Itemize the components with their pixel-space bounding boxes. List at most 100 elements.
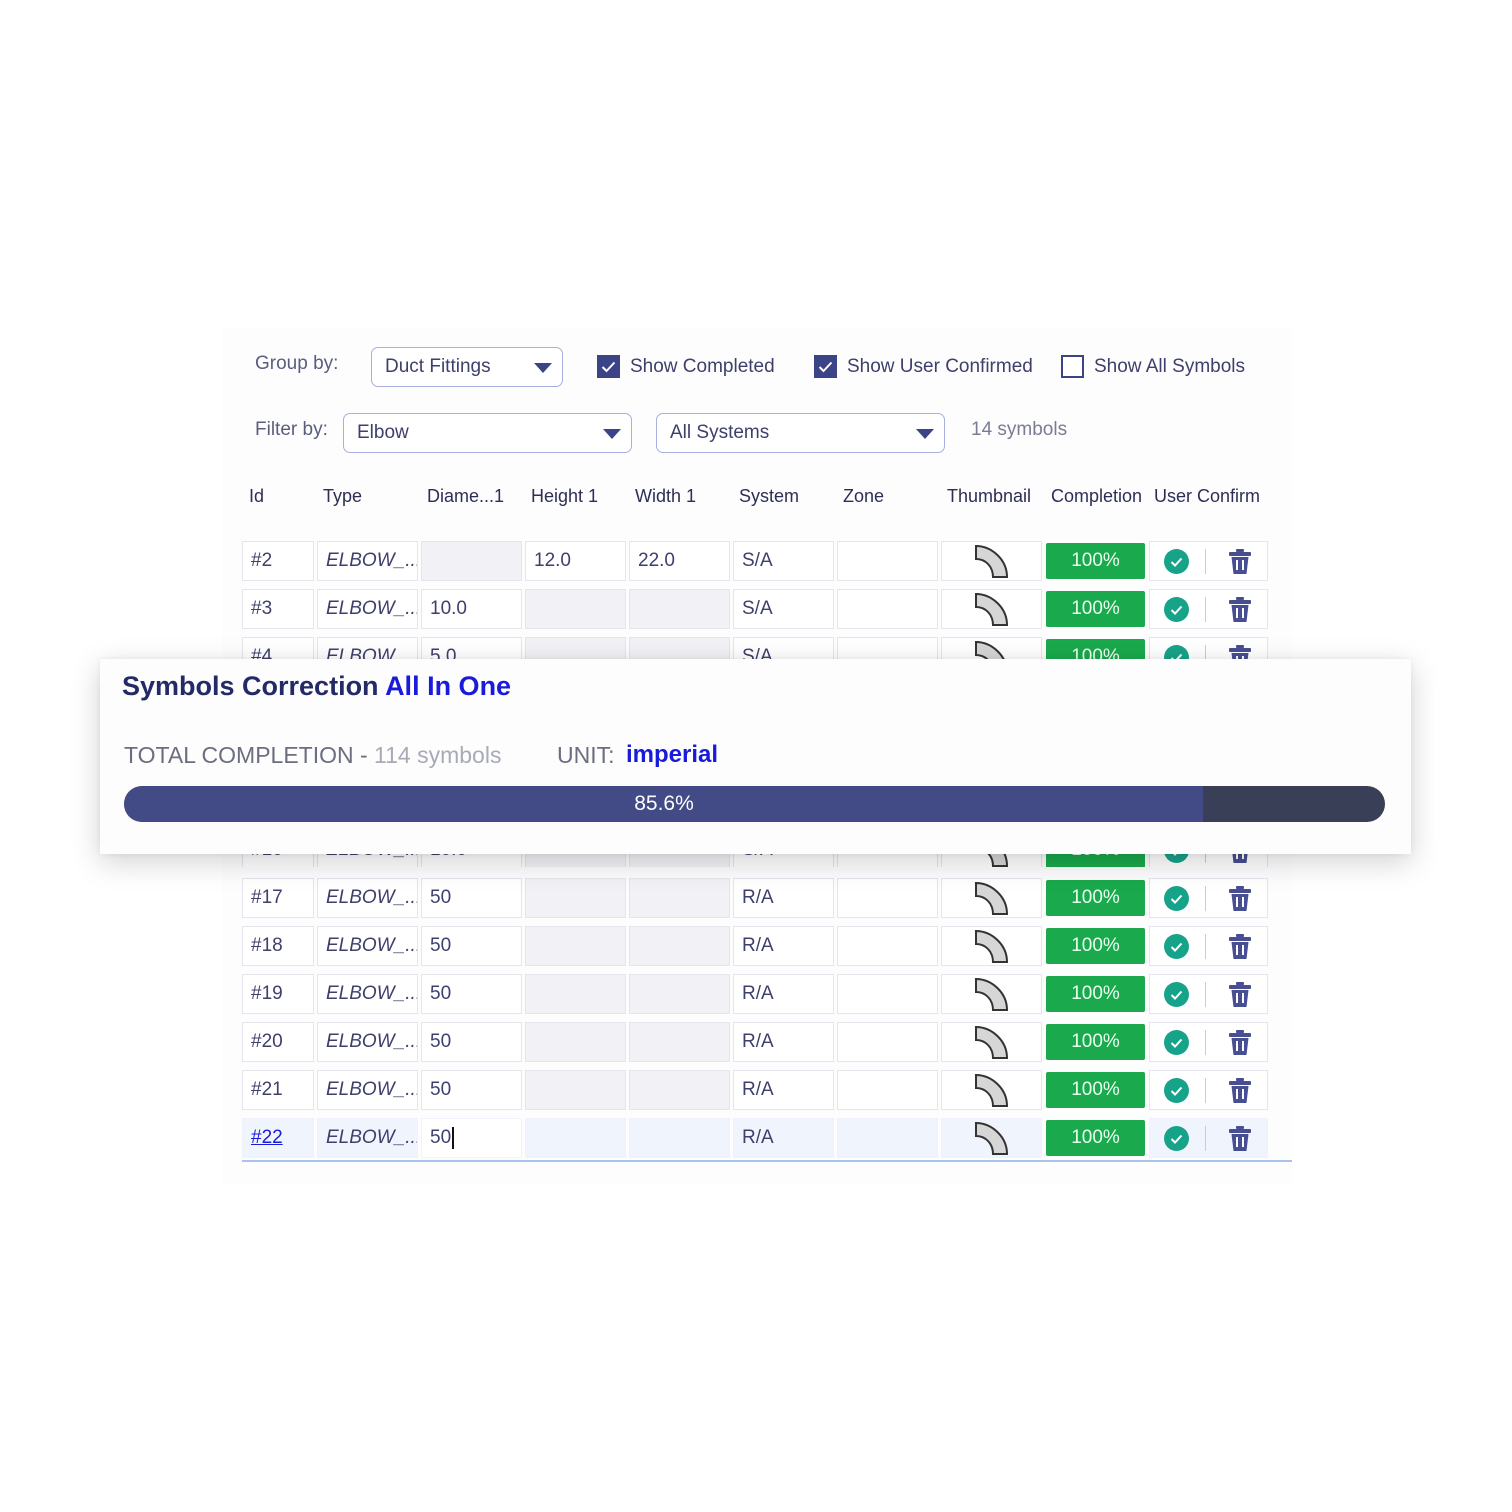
- cell-width[interactable]: [629, 926, 730, 966]
- cell-zone[interactable]: [837, 878, 938, 918]
- cell-diameter[interactable]: 50: [421, 1118, 522, 1158]
- cell-system[interactable]: S/A: [733, 854, 834, 867]
- filter-system-select[interactable]: All Systems: [656, 413, 945, 453]
- cell-id[interactable]: #3: [242, 589, 314, 629]
- cell-system[interactable]: R/A: [733, 926, 834, 966]
- cell-type[interactable]: ELBOW_...: [317, 1118, 418, 1158]
- cell-zone[interactable]: [837, 1070, 938, 1110]
- trash-icon[interactable]: [1228, 885, 1252, 912]
- trash-icon[interactable]: [1228, 644, 1252, 659]
- cell-height[interactable]: [525, 1022, 626, 1062]
- cell-height[interactable]: [525, 589, 626, 629]
- cell-width[interactable]: [629, 1118, 730, 1158]
- trash-icon[interactable]: [1228, 548, 1252, 575]
- cell-diameter[interactable]: [421, 541, 522, 581]
- cell-id[interactable]: #4: [242, 637, 314, 659]
- cell-system[interactable]: S/A: [733, 541, 834, 581]
- cell-zone[interactable]: [837, 589, 938, 629]
- header-type[interactable]: Type: [323, 486, 362, 507]
- cell-width[interactable]: [629, 1022, 730, 1062]
- cell-height[interactable]: [525, 878, 626, 918]
- header-system[interactable]: System: [739, 486, 799, 507]
- cell-width[interactable]: [629, 637, 730, 659]
- cell-id[interactable]: #2: [242, 541, 314, 581]
- check-circle-icon[interactable]: [1164, 1030, 1189, 1055]
- cell-diameter[interactable]: 50: [421, 1022, 522, 1062]
- cell-width[interactable]: [629, 878, 730, 918]
- cell-type[interactable]: ELBOW_...: [317, 974, 418, 1014]
- check-circle-icon[interactable]: [1164, 886, 1189, 911]
- cell-system[interactable]: R/A: [733, 1118, 834, 1158]
- header-completion[interactable]: Completion: [1051, 486, 1142, 507]
- cell-type[interactable]: ELBOW_...: [317, 589, 418, 629]
- trash-icon[interactable]: [1228, 1029, 1252, 1056]
- show-completed-checkbox[interactable]: Show Completed: [597, 355, 775, 378]
- trash-icon[interactable]: [1228, 1125, 1252, 1152]
- cell-system[interactable]: S/A: [733, 589, 834, 629]
- cell-system[interactable]: R/A: [733, 1022, 834, 1062]
- header-width[interactable]: Width 1: [635, 486, 696, 507]
- trash-icon[interactable]: [1228, 933, 1252, 960]
- cell-height[interactable]: [525, 637, 626, 659]
- header-zone[interactable]: Zone: [843, 486, 884, 507]
- cell-width[interactable]: [629, 974, 730, 1014]
- cell-id[interactable]: #19: [242, 974, 314, 1014]
- cell-height[interactable]: [525, 926, 626, 966]
- cell-type[interactable]: ELBOW_...: [317, 878, 418, 918]
- cell-height[interactable]: 12.0: [525, 541, 626, 581]
- cell-type[interactable]: ELBOW_...: [317, 854, 418, 867]
- header-diameter[interactable]: Diame...1: [427, 486, 504, 507]
- cell-id[interactable]: #20: [242, 1022, 314, 1062]
- unit-value[interactable]: imperial: [626, 741, 718, 769]
- check-circle-icon[interactable]: [1164, 982, 1189, 1007]
- cell-system[interactable]: R/A: [733, 1070, 834, 1110]
- cell-type[interactable]: ELBOW_...: [317, 1070, 418, 1110]
- check-circle-icon[interactable]: [1164, 549, 1189, 574]
- check-circle-icon[interactable]: [1164, 1078, 1189, 1103]
- cell-height[interactable]: [525, 1118, 626, 1158]
- show-user-confirmed-checkbox[interactable]: Show User Confirmed: [814, 355, 1033, 378]
- cell-system[interactable]: S/A: [733, 637, 834, 659]
- cell-type[interactable]: ELBOW_...: [317, 637, 418, 659]
- cell-width[interactable]: 22.0: [629, 541, 730, 581]
- show-all-symbols-checkbox[interactable]: Show All Symbols: [1061, 355, 1245, 378]
- header-height[interactable]: Height 1: [531, 486, 598, 507]
- cell-diameter[interactable]: 50: [421, 878, 522, 918]
- cell-system[interactable]: R/A: [733, 974, 834, 1014]
- header-thumbnail[interactable]: Thumbnail: [947, 486, 1031, 507]
- header-id[interactable]: Id: [249, 486, 264, 507]
- cell-zone[interactable]: [837, 926, 938, 966]
- check-circle-icon[interactable]: [1164, 597, 1189, 622]
- cell-diameter[interactable]: 10.0: [421, 854, 522, 867]
- header-user-confirm[interactable]: User Confirm: [1154, 486, 1260, 507]
- cell-diameter[interactable]: 5.0: [421, 637, 522, 659]
- cell-height[interactable]: [525, 974, 626, 1014]
- cell-diameter[interactable]: 50: [421, 974, 522, 1014]
- cell-id[interactable]: #22: [242, 1118, 314, 1158]
- cell-zone[interactable]: [837, 854, 938, 867]
- cell-width[interactable]: [629, 1070, 730, 1110]
- cell-diameter[interactable]: 10.0: [421, 589, 522, 629]
- cell-zone[interactable]: [837, 1022, 938, 1062]
- cell-zone[interactable]: [837, 974, 938, 1014]
- cell-height[interactable]: [525, 854, 626, 867]
- cell-diameter[interactable]: 50: [421, 1070, 522, 1110]
- check-circle-icon[interactable]: [1164, 1126, 1189, 1151]
- filter-type-select[interactable]: Elbow: [343, 413, 632, 453]
- cell-id[interactable]: #16: [242, 854, 314, 867]
- cell-id[interactable]: #18: [242, 926, 314, 966]
- cell-system[interactable]: R/A: [733, 878, 834, 918]
- trash-icon[interactable]: [1228, 1077, 1252, 1104]
- check-circle-icon[interactable]: [1164, 934, 1189, 959]
- cell-diameter[interactable]: 50: [421, 926, 522, 966]
- cell-height[interactable]: [525, 1070, 626, 1110]
- cell-type[interactable]: ELBOW_...: [317, 541, 418, 581]
- trash-icon[interactable]: [1228, 854, 1252, 864]
- cell-type[interactable]: ELBOW_...: [317, 926, 418, 966]
- group-by-select[interactable]: Duct Fittings: [371, 347, 563, 387]
- cell-zone[interactable]: [837, 637, 938, 659]
- cell-type[interactable]: ELBOW_...: [317, 1022, 418, 1062]
- cell-width[interactable]: [629, 589, 730, 629]
- trash-icon[interactable]: [1228, 596, 1252, 623]
- cell-id[interactable]: #21: [242, 1070, 314, 1110]
